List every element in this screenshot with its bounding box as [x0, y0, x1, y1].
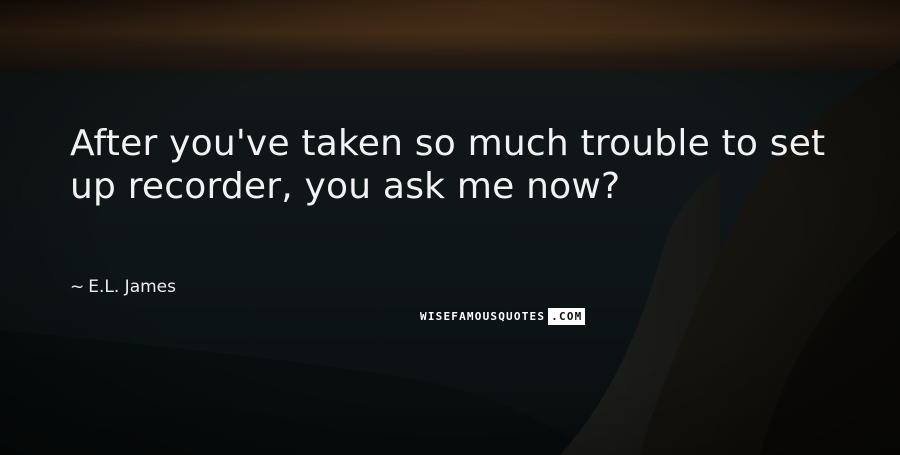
quote-image: After you've taken so much trouble to se…	[0, 0, 900, 455]
author-name: E.L. James	[88, 277, 176, 297]
quote-text: After you've taken so much trouble to se…	[70, 123, 826, 207]
watermark-tld-text: .COM	[548, 308, 586, 325]
author-dash: ~	[70, 277, 85, 297]
watermark-logo: WISEFAMOUSQUOTES .COM	[420, 308, 620, 325]
quote-author: ~ E.L. James	[70, 276, 176, 298]
watermark-main-text: WISEFAMOUSQUOTES	[420, 310, 546, 323]
background-photo	[0, 0, 900, 455]
